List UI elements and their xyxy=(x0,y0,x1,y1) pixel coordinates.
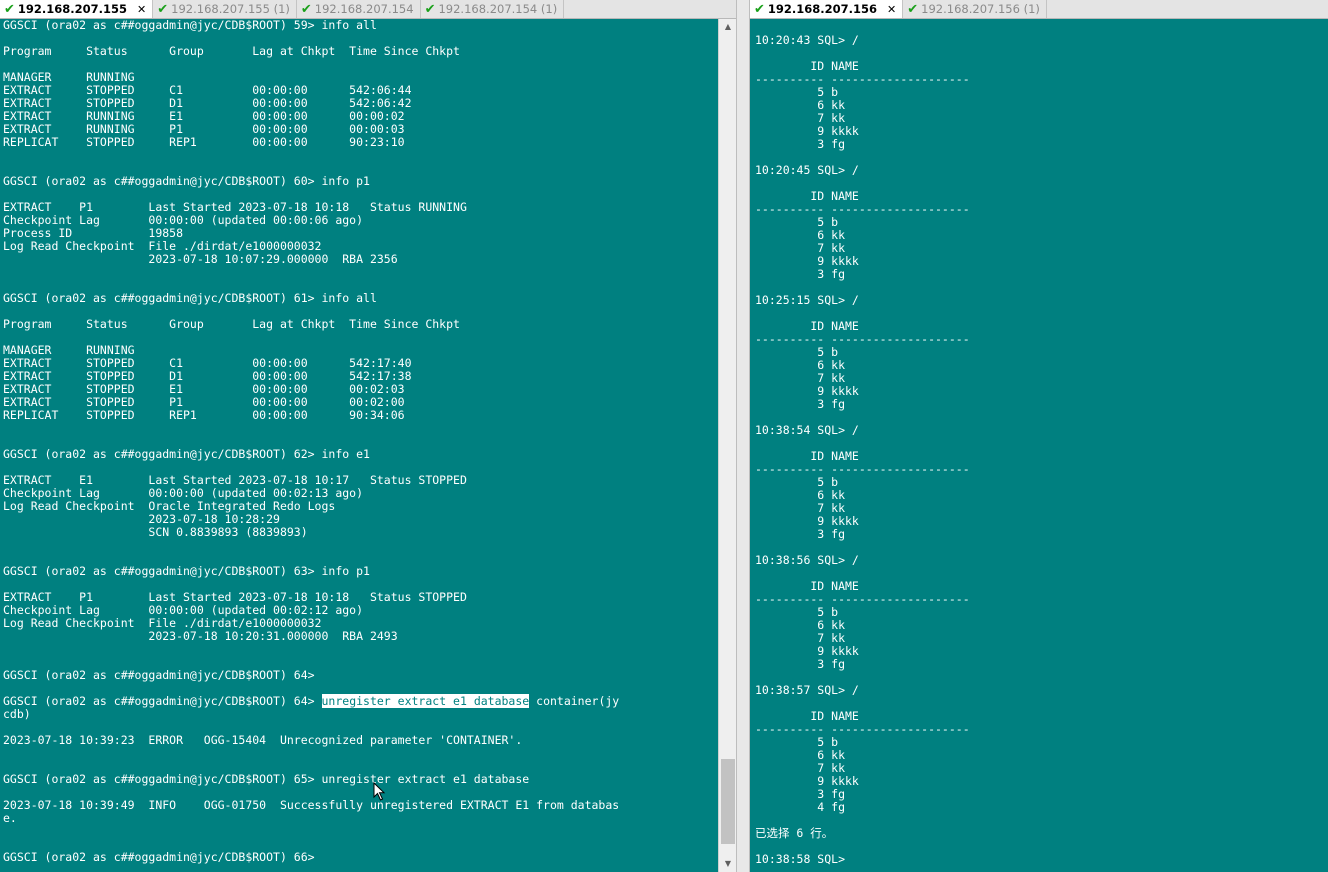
scrollbar-thumb[interactable] xyxy=(721,759,735,844)
tab-192-168-207-155[interactable]: ✔ 192.168.207.155 ✕ xyxy=(0,0,154,18)
connected-check-icon: ✔ xyxy=(907,1,919,17)
scroll-down-arrow-icon[interactable]: ▼ xyxy=(719,856,737,872)
tab-label: 192.168.207.156 xyxy=(767,2,878,16)
close-icon[interactable]: ✕ xyxy=(887,3,896,16)
tab-label: 192.168.207.154 (1) xyxy=(438,2,558,16)
mouse-pointer-icon xyxy=(373,782,386,801)
tab-192-168-207-154-1[interactable]: ✔ 192.168.207.154 (1) xyxy=(421,0,565,18)
connected-check-icon: ✔ xyxy=(300,1,312,17)
selected-text: unregister extract e1 database xyxy=(321,694,530,708)
scroll-up-arrow-icon[interactable]: ▲ xyxy=(719,19,737,35)
connected-check-icon: ✔ xyxy=(157,1,169,17)
connected-check-icon: ✔ xyxy=(424,1,436,17)
ggsci-terminal-pane[interactable]: GGSCI (ora02 as c##oggadmin@jyc/CDB$ROOT… xyxy=(0,19,718,872)
pane-splitter[interactable] xyxy=(736,0,750,872)
sqlplus-terminal-output: 10:20:43 SQL> / ID NAME ---------- -----… xyxy=(755,33,970,866)
connected-check-icon: ✔ xyxy=(4,1,15,17)
tab-192-168-207-156-1[interactable]: ✔ 192.168.207.156 (1) xyxy=(903,0,1047,18)
tab-192-168-207-156[interactable]: ✔ 192.168.207.156 ✕ xyxy=(750,0,904,18)
tab-label: 192.168.207.155 (1) xyxy=(171,2,290,16)
terminal-text: GGSCI (ora02 as c##oggadmin@jyc/CDB$ROOT… xyxy=(3,19,467,708)
left-pane-scrollbar[interactable]: ▲ ▼ xyxy=(718,19,737,872)
tab-bar-right: ✔ 192.168.207.156 ✕ ✔ 192.168.207.156 (1… xyxy=(750,0,1328,19)
tab-192-168-207-154[interactable]: ✔ 192.168.207.154 xyxy=(297,0,421,18)
tab-label: 192.168.207.155 xyxy=(17,2,128,16)
tab-192-168-207-155-1[interactable]: ✔ 192.168.207.155 (1) xyxy=(153,0,297,18)
tab-label: 192.168.207.154 xyxy=(314,2,414,16)
connected-check-icon: ✔ xyxy=(754,1,765,17)
ggsci-terminal-output: GGSCI (ora02 as c##oggadmin@jyc/CDB$ROOT… xyxy=(0,19,718,864)
close-icon[interactable]: ✕ xyxy=(137,3,146,16)
sqlplus-terminal-pane[interactable]: 10:20:43 SQL> / ID NAME ---------- -----… xyxy=(750,19,1328,872)
tab-bar-left: ✔ 192.168.207.155 ✕ ✔ 192.168.207.155 (1… xyxy=(0,0,742,19)
tab-label: 192.168.207.156 (1) xyxy=(921,2,1040,16)
terminal-text: container(jy cdb) 2023-07-18 10:39:23 ER… xyxy=(3,694,620,864)
